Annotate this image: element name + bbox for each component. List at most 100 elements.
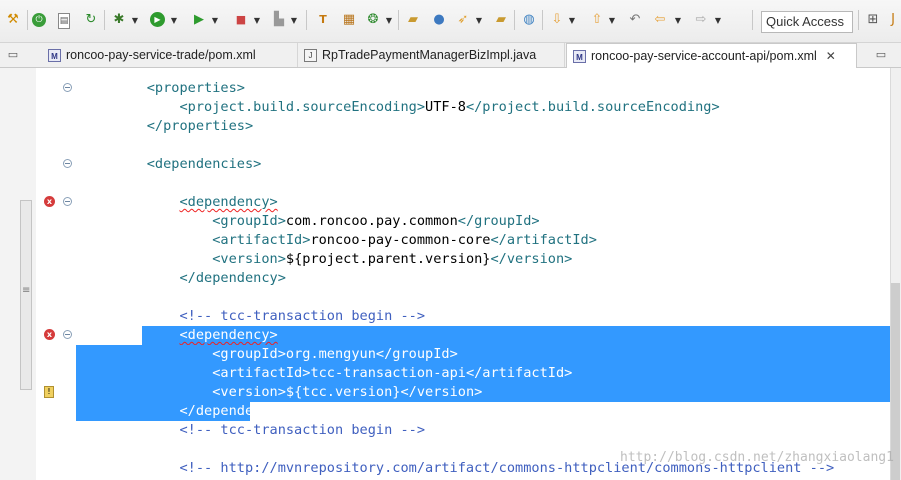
xml-tag: <version> <box>212 251 286 267</box>
run-icon[interactable]: ▶ <box>150 12 165 27</box>
chevron-down-icon[interactable]: ▼ <box>170 12 178 28</box>
xml-tag: <groupId> <box>212 346 286 362</box>
open-type-icon[interactable]: T <box>314 11 332 29</box>
code-line[interactable]: <artifactId>roncoo-pay-common-core</arti… <box>114 231 597 250</box>
xml-editor[interactable]: <properties> <project.build.sourceEncodi… <box>76 68 890 480</box>
chevron-down-icon[interactable]: ▼ <box>211 12 219 28</box>
ant-icon[interactable]: ❂ <box>364 11 382 29</box>
refresh-error-icon[interactable]: ↻ <box>82 11 100 29</box>
chevron-down-icon[interactable]: ▼ <box>714 12 722 28</box>
deploy-icon[interactable]: ➶ <box>454 11 472 29</box>
xml-tag: <dependency> <box>179 194 278 210</box>
error-marker-icon[interactable]: x <box>44 329 55 340</box>
stop-icon[interactable]: ■ <box>232 11 250 29</box>
code-line[interactable]: <!-- tcc-transaction begin --> <box>114 307 425 326</box>
xml-tag: </dependency> <box>179 403 286 419</box>
code-line[interactable]: </properties> <box>114 117 253 136</box>
chevron-down-icon[interactable]: ▼ <box>608 12 616 28</box>
previous-annotation-icon[interactable]: ⇧ <box>588 11 606 29</box>
launch-config-icon[interactable]: ▙ <box>270 11 288 29</box>
open-task-icon[interactable]: ▰ <box>492 11 510 29</box>
toolbar-separator <box>752 10 753 30</box>
code-line[interactable]: <groupId>com.roncoo.pay.common</groupId> <box>114 212 539 231</box>
java-file-icon: J <box>304 48 317 62</box>
tab-account-api-pom[interactable]: M roncoo-pay-service-account-api/pom.xml… <box>566 43 857 68</box>
tab-bizimpl-java[interactable]: J RpTradePaymentManagerBizImpl.java <box>298 43 565 67</box>
close-icon[interactable]: ✕ <box>826 49 836 63</box>
xml-tag: <dependencies> <box>146 156 262 172</box>
toolbar-separator <box>398 10 399 30</box>
xml-text: roncoo-pay-common-core <box>310 232 491 248</box>
forward-icon[interactable]: ⇨ <box>692 11 710 29</box>
open-folder-icon[interactable]: ▰ <box>404 11 422 29</box>
code-line[interactable]: <properties> <box>114 79 245 98</box>
error-marker-icon[interactable]: x <box>44 196 55 207</box>
minimize-icon[interactable]: ▭ <box>4 46 22 64</box>
chevron-down-icon[interactable]: ▼ <box>475 12 483 28</box>
power-icon[interactable]: ⏻ <box>32 13 46 27</box>
toolbar-separator <box>27 10 28 30</box>
xml-text: org.mengyun <box>285 346 376 362</box>
code-line[interactable]: <version>${project.parent.version}</vers… <box>114 250 572 269</box>
chevron-down-icon[interactable]: ▼ <box>290 12 298 28</box>
code-line[interactable]: </dependency> <box>114 402 286 421</box>
open-perspective-icon[interactable]: ⊞ <box>864 11 882 29</box>
xml-comment: <!-- tcc-transaction begin --> <box>179 308 426 324</box>
xml-tag: </artifactId> <box>490 232 597 248</box>
code-line[interactable]: <dependency> <box>114 326 277 345</box>
quick-access-input[interactable]: Quick Access <box>761 11 853 33</box>
xml-tag: </properties> <box>146 118 254 134</box>
code-line[interactable]: <artifactId>tcc-transaction-api</artifac… <box>114 364 572 383</box>
xml-tag: <artifactId> <box>212 232 311 248</box>
minimize-icon[interactable]: ▭ <box>872 46 890 64</box>
chevron-down-icon[interactable]: ▼ <box>131 12 139 28</box>
back-icon[interactable]: ⇦ <box>651 11 669 29</box>
code-line[interactable]: <dependency> <box>114 193 278 212</box>
watermark: http://blog.csdn.net/zhangxiaolang1 <box>620 450 894 465</box>
next-annotation-icon[interactable]: ⇩ <box>548 11 566 29</box>
xml-tag: </artifactId> <box>465 365 573 381</box>
code-line[interactable]: <!-- tcc-transaction begin --> <box>114 421 425 440</box>
xml-tag: </version> <box>400 384 483 400</box>
last-edit-icon[interactable]: ↶ <box>626 11 644 29</box>
chevron-down-icon[interactable]: ▼ <box>253 12 261 28</box>
code-line[interactable]: <dependencies> <box>114 155 262 174</box>
chevron-down-icon[interactable]: ▼ <box>385 12 393 28</box>
team-icon[interactable]: ● <box>430 11 448 29</box>
code-line[interactable]: <version>${tcc.version}</version> <box>114 383 482 402</box>
xml-text: UTF-8 <box>425 99 466 115</box>
fold-toggle-icon[interactable] <box>63 330 72 339</box>
chevron-down-icon[interactable]: ▼ <box>568 12 576 28</box>
fold-toggle-icon[interactable] <box>63 83 72 92</box>
toolbar-separator <box>858 10 859 30</box>
java-perspective-icon[interactable]: J <box>886 11 900 29</box>
debug-tool-icon[interactable]: ⚒ <box>4 11 22 29</box>
warning-marker-icon[interactable]: ! <box>44 386 54 398</box>
xml-text: ${project.parent.version} <box>285 251 491 267</box>
chevron-down-icon[interactable]: ▼ <box>674 12 682 28</box>
bug-icon[interactable]: ✱ <box>110 11 128 29</box>
code-line[interactable]: <groupId>org.mengyun</groupId> <box>114 345 458 364</box>
code-line[interactable]: <project.build.sourceEncoding>UTF-8</pro… <box>114 98 719 117</box>
fold-toggle-icon[interactable] <box>63 197 72 206</box>
new-file-icon[interactable]: ▤ <box>58 13 70 29</box>
run-external-icon[interactable]: ▶ <box>190 11 208 29</box>
main-toolbar: ⚒ ⏻ ▤ ↻ ✱ ▼ ▶ ▼ ▶ ▼ ■ ▼ ▙ ▼ T ▦ ❂ ▼ ▰ ● … <box>0 0 901 43</box>
vertical-ruler <box>36 68 76 480</box>
code-line[interactable]: </dependency> <box>114 269 285 288</box>
package-icon[interactable]: ▦ <box>340 11 358 29</box>
globe-icon[interactable]: ◍ <box>520 11 538 29</box>
grip-icon: ≡ <box>22 285 31 296</box>
tab-trade-pom[interactable]: M roncoo-pay-service-trade/pom.xml <box>42 43 298 67</box>
fold-toggle-icon[interactable] <box>63 159 72 168</box>
toolbar-separator <box>104 10 105 30</box>
